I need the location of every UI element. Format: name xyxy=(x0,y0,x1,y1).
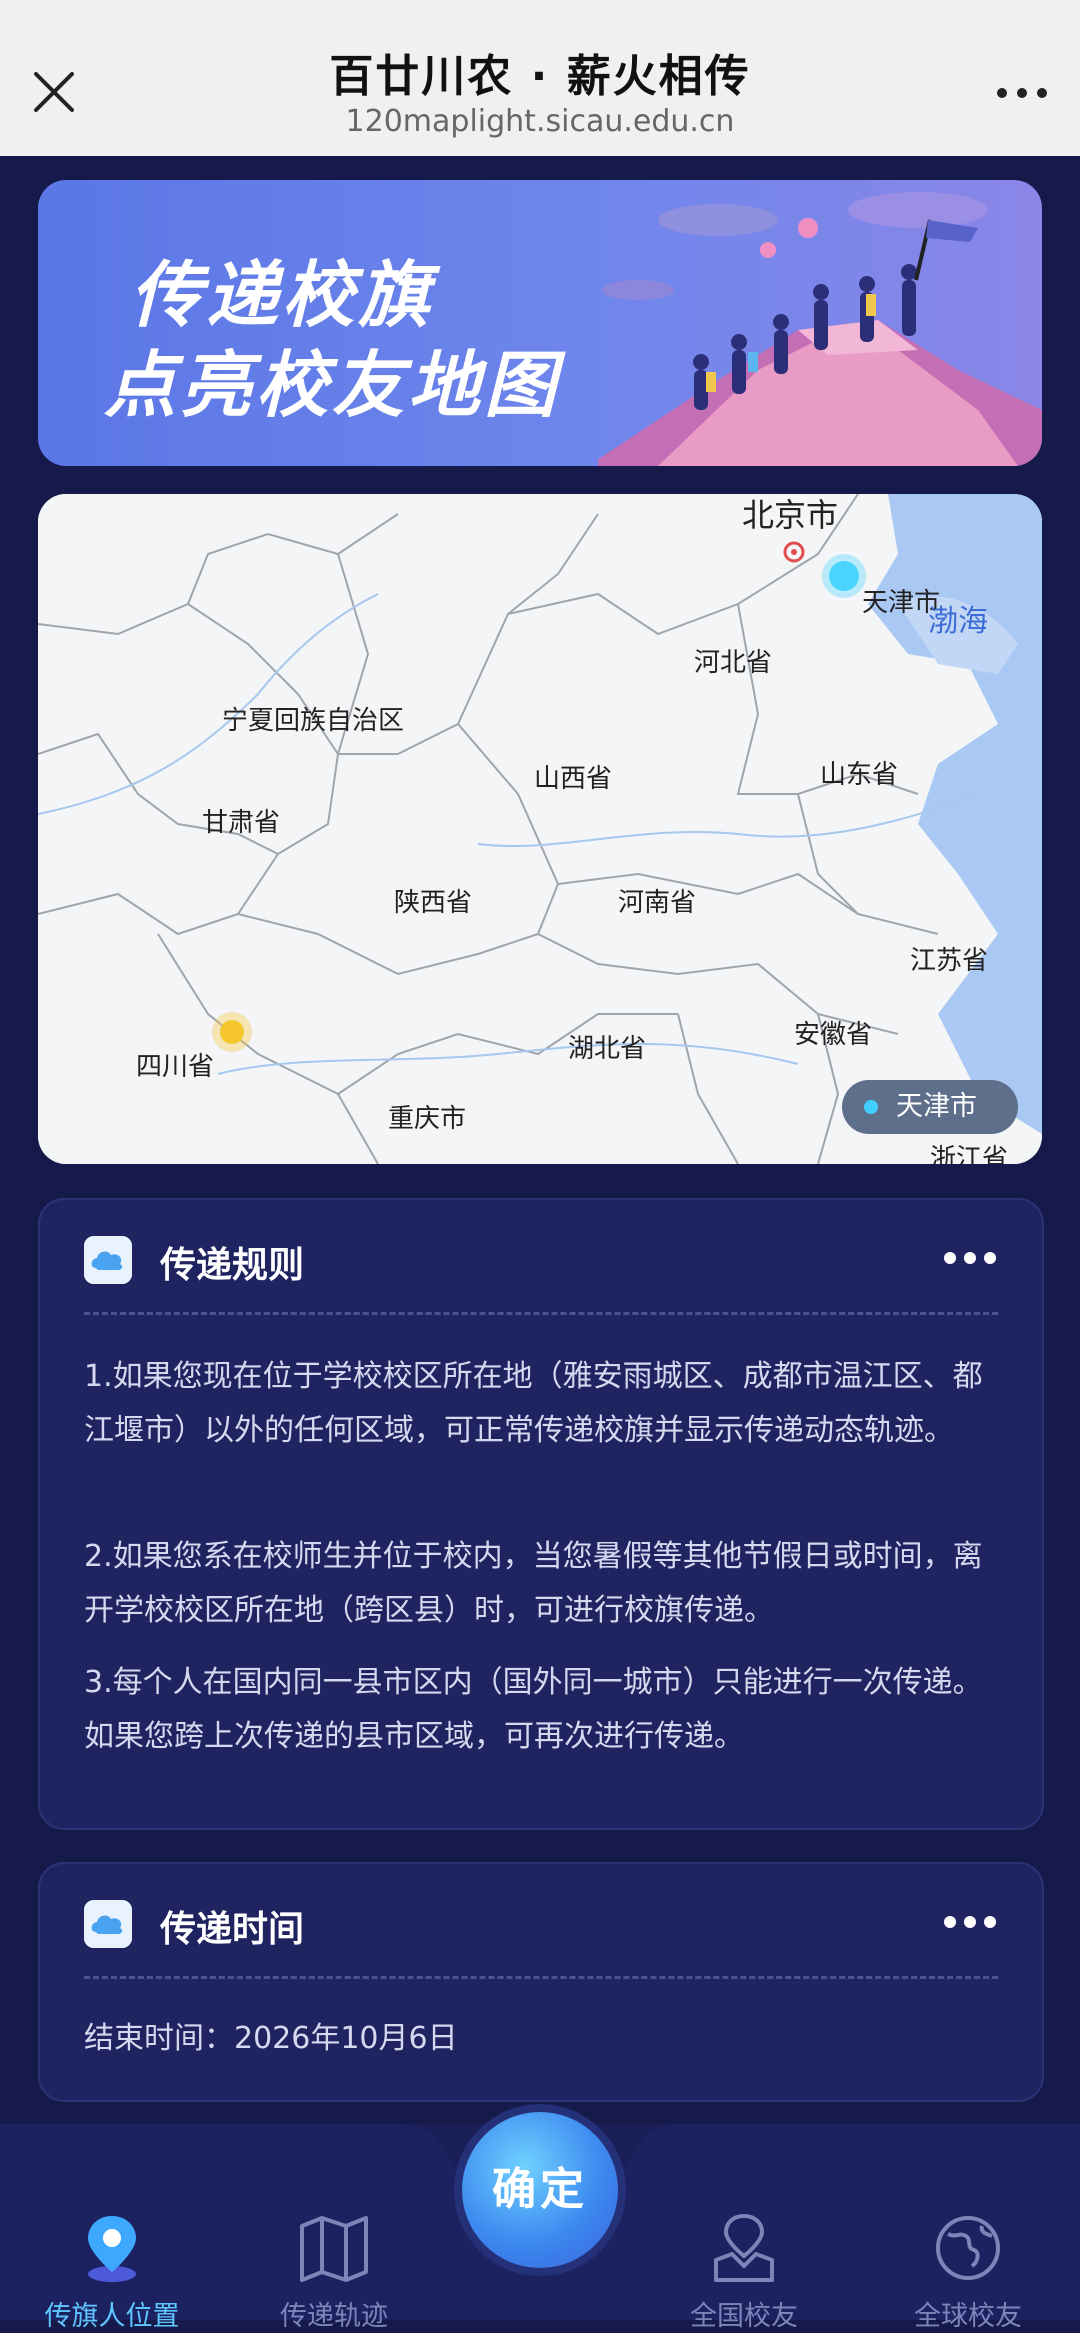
nav-label: 传递轨迹 xyxy=(280,2301,388,2332)
page-title: 百廿川农 · 薪火相传 xyxy=(329,51,751,102)
map-label-zhejiang: 浙江省 xyxy=(930,1144,1009,1164)
map-label-henan: 河南省 xyxy=(618,888,697,918)
map-label-ningxia: 宁夏回族自治区 xyxy=(222,706,405,736)
nav-item-global-alumni[interactable]: 全球校友 xyxy=(868,2152,1068,2332)
divider xyxy=(84,1312,998,1315)
map-label-chongqing: 重庆市 xyxy=(388,1104,467,1134)
map-label-shanxi: 山西省 xyxy=(534,764,613,794)
location-pin-icon xyxy=(88,2216,136,2282)
nav-item-trajectory[interactable]: 传递轨迹 xyxy=(234,2152,434,2332)
map-label-hebei: 河北省 xyxy=(694,648,773,678)
banner-line-2: 点亮校友地图 xyxy=(104,342,561,427)
globe-icon xyxy=(936,2216,1000,2280)
rule-item-2: 2.如果您系在校师生并位于校内，当您暑假等其他节假日或时间，离开学校校区所在地（… xyxy=(84,1539,983,1628)
more-options-icon[interactable] xyxy=(942,1914,998,1930)
nav-label: 全球校友 xyxy=(914,2301,1022,2332)
province-map[interactable]: 北京市 天津市 渤海 河北省 宁夏回族自治区 山西省 山东省 甘肃省 陕西省 河… xyxy=(38,494,1042,1164)
map-label-sichuan: 四川省 xyxy=(136,1052,215,1082)
nav-label: 全国校友 xyxy=(690,2301,798,2332)
more-icon[interactable] xyxy=(994,78,1050,108)
rules-card: 传递规则 1.如果您现在位于学校校区所在地（雅安雨城区、成都市温江区、都江堰市）… xyxy=(38,1198,1044,1830)
map-icon xyxy=(300,2216,368,2282)
nav-label: 传旗人位置 xyxy=(44,2301,180,2332)
map-label-hubei: 湖北省 xyxy=(568,1034,647,1064)
time-title: 传递时间 xyxy=(160,1909,305,1950)
nav-item-flag-bearer-location[interactable]: 传旗人位置 xyxy=(12,2152,212,2332)
confirm-button[interactable]: 确定 xyxy=(462,2112,618,2268)
map-label-shaanxi: 陕西省 xyxy=(394,888,473,918)
mountain-climbers-illustration xyxy=(598,192,1042,466)
map-pin-icon xyxy=(714,2213,774,2282)
more-options-icon[interactable] xyxy=(942,1250,998,1266)
divider xyxy=(84,1976,998,1979)
current-location-text: 天津市 xyxy=(896,1091,977,1122)
cloud-icon xyxy=(84,1900,132,1948)
map-label-bohai: 渤海 xyxy=(928,604,988,639)
rules-title: 传递规则 xyxy=(160,1245,305,1286)
cloud-icon xyxy=(84,1236,132,1284)
rule-item-1: 1.如果您现在位于学校校区所在地（雅安雨城区、成都市温江区、都江堰市）以外的任何… xyxy=(84,1359,983,1448)
page-url: 120maplight.sicau.edu.cn xyxy=(345,104,735,139)
rule-item-3: 3.每个人在国内同一县市区内（国外同一城市）只能进行一次传递。如果您跨上次传递的… xyxy=(84,1665,983,1754)
map-label-jiangsu: 江苏省 xyxy=(910,946,989,976)
map-label-shandong: 山东省 xyxy=(820,760,899,790)
end-time-text: 结束时间：2026年10月6日 xyxy=(84,2021,458,2056)
time-card: 传递时间 结束时间：2026年10月6日 xyxy=(38,1862,1044,2102)
nav-item-national-alumni[interactable]: 全国校友 xyxy=(644,2152,844,2332)
bottom-nav: 传旗人位置 传递轨迹 确定 全国校友 全球校友 xyxy=(0,2112,1080,2332)
top-bar: 百廿川农 · 薪火相传 120maplight.sicau.edu.cn xyxy=(0,0,1080,156)
map-label-anhui: 安徽省 xyxy=(794,1020,873,1050)
promo-banner: 传递校旗 点亮校友地图 xyxy=(38,180,1042,466)
current-location-badge[interactable]: 天津市 xyxy=(842,1080,1018,1134)
map-label-gansu: 甘肃省 xyxy=(202,808,281,838)
location-dot-icon xyxy=(864,1100,878,1114)
map-label-beijing: 北京市 xyxy=(742,496,839,534)
